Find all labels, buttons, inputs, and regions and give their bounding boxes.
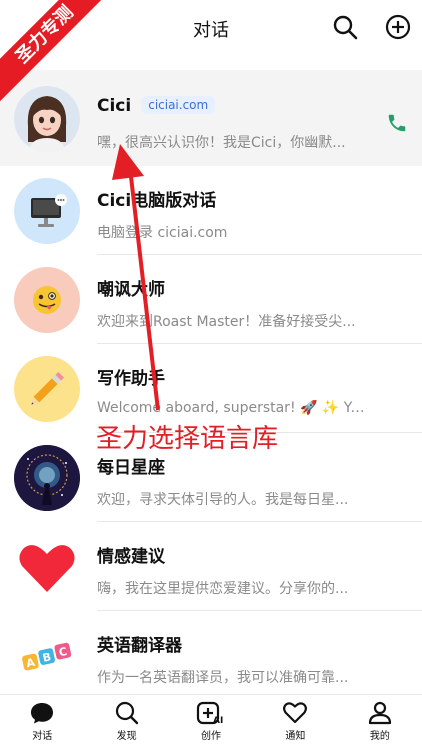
avatar: A B C (14, 623, 80, 689)
discover-search-icon (115, 701, 138, 725)
phone-icon[interactable] (386, 112, 408, 138)
tab-label: 发现 (116, 731, 137, 742)
tab-label: 对话 (32, 731, 53, 742)
chat-name: 情感建议 (97, 547, 165, 567)
chat-bubble-icon (31, 703, 54, 724)
plus-circle-icon[interactable] (384, 13, 412, 41)
chat-name: 英语翻译器 (97, 636, 182, 656)
chat-preview: Welcome aboard, superstar! 🚀 ✨ You... (97, 400, 365, 416)
tab-label: 通知 (285, 731, 306, 742)
tab-label: 创作 (201, 731, 222, 742)
tab-profile[interactable]: 我的 (338, 695, 422, 744)
chat-item-cici-desktop[interactable]: Cici电脑版对话 电脑登录 ciciai.com (0, 166, 422, 255)
tab-notifications[interactable]: 通知 (253, 695, 337, 744)
tab-chat[interactable]: 对话 (0, 695, 84, 744)
chat-name: Cici ciciai.com (97, 96, 216, 116)
ai-create-icon: AI (196, 701, 223, 725)
avatar (14, 267, 80, 333)
bottom-tab-bar: 对话 发现 AI 创作 通知 我的 (0, 694, 422, 744)
chat-item-roast-master[interactable]: 嘲讽大师 欢迎来到Roast Master！准备好接受尖... (0, 255, 422, 344)
avatar (14, 534, 80, 600)
avatar (14, 445, 80, 511)
chat-name: Cici电脑版对话 (97, 191, 217, 211)
chat-preview: 嗨，我在这里提供恋爱建议。分享你的... (97, 581, 349, 597)
chat-item-english-translator[interactable]: A B C 英语翻译器 作为一名英语翻译员，我可以准确可靠... (0, 611, 422, 700)
svg-text:AI: AI (213, 716, 223, 725)
chat-preview: 作为一名英语翻译员，我可以准确可靠... (97, 670, 349, 686)
avatar (14, 178, 80, 244)
site-badge: ciciai.com (141, 96, 216, 114)
avatar (14, 86, 80, 152)
chat-preview: 欢迎，寻求天体引导的人。我是每日星... (97, 492, 349, 508)
chat-preview: 欢迎来到Roast Master！准备好接受尖... (97, 314, 356, 330)
chat-list: Cici ciciai.com 嘿，很高兴认识你！我是Cici，你幽默... Ci… (0, 70, 422, 700)
annotation-text: 圣力选择语言库 (96, 424, 279, 454)
chat-item-cici[interactable]: Cici ciciai.com 嘿，很高兴认识你！我是Cici，你幽默... (0, 70, 422, 166)
chat-name: 每日星座 (97, 458, 165, 478)
avatar (14, 356, 80, 422)
search-icon[interactable] (331, 13, 359, 41)
heart-icon (283, 702, 308, 724)
tab-create[interactable]: AI 创作 (169, 695, 253, 744)
tab-discover[interactable]: 发现 (84, 695, 168, 744)
chat-item-love-advice[interactable]: 情感建议 嗨，我在这里提供恋爱建议。分享你的... (0, 522, 422, 611)
chat-preview: 电脑登录 ciciai.com (97, 225, 228, 241)
tab-label: 我的 (369, 731, 390, 742)
chat-name: 嘲讽大师 (97, 280, 165, 300)
profile-icon (368, 701, 391, 725)
chat-preview: 嘿，很高兴认识你！我是Cici，你幽默... (97, 135, 346, 151)
chat-name: 写作助手 (97, 369, 165, 389)
